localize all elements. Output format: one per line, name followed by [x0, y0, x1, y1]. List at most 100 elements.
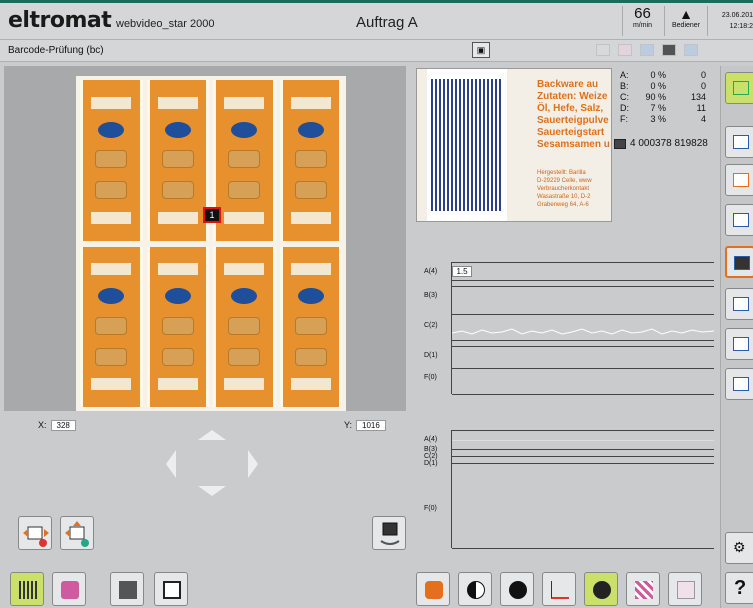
stat-row: D: 7 % 11 — [620, 103, 706, 113]
stat-row: C: 90 % 134 — [620, 92, 706, 102]
camera-barcode-icon — [734, 256, 750, 270]
mode-bar: Barcode-Prüfung (bc) ▣ — [0, 40, 753, 62]
zoom-out-icon — [23, 526, 49, 547]
y-coordinate: Y: 1016 — [344, 420, 386, 431]
help-icon: ? — [734, 577, 747, 599]
zoom-in-button[interactable] — [60, 516, 94, 550]
order-title: Auftrag A — [356, 14, 418, 31]
channel-label: B(3) — [424, 446, 438, 453]
stripes-icon — [635, 581, 653, 599]
settings-layer-button[interactable] — [725, 368, 753, 400]
signal-trace — [452, 328, 714, 335]
camera-icon[interactable]: ▣ — [472, 42, 490, 58]
spot-button[interactable] — [584, 572, 618, 606]
print-layer-button[interactable] — [725, 328, 753, 360]
print-sheet[interactable] — [76, 76, 346, 411]
half-contrast-button[interactable] — [500, 572, 534, 606]
barcode-scan-icon — [19, 581, 37, 599]
settings-layer-icon — [733, 377, 749, 391]
preview-footer: Hergestellt: Barilla D-29229 Celle, www … — [537, 170, 592, 208]
hand-icon — [425, 581, 443, 599]
camera-settings-icon — [380, 522, 400, 545]
barcode-preview: Backware au Zutaten: Weize Öl, Hefe, Sal… — [416, 68, 612, 222]
arrow-right-icon[interactable] — [248, 450, 258, 478]
half-contrast-icon — [509, 581, 527, 599]
color-picker-button[interactable] — [52, 572, 86, 606]
y-label: Y: — [344, 420, 353, 430]
grid-search-icon — [733, 213, 749, 227]
package-panel — [146, 80, 209, 241]
print-layer-icon — [733, 337, 749, 351]
package-panel — [80, 246, 143, 407]
mode-label: Barcode-Prüfung (bc) — [8, 45, 104, 56]
barcode-scan-button[interactable] — [10, 572, 44, 606]
color-layer-icon — [733, 297, 749, 311]
frame-icon — [596, 44, 610, 56]
camera-barcode-button[interactable] — [725, 246, 753, 278]
brand-rule — [0, 0, 753, 3]
grid-search-button[interactable] — [725, 204, 753, 236]
package-panel — [80, 80, 143, 241]
camera-grid-button[interactable] — [110, 572, 144, 606]
channel-label: A(4) — [424, 436, 438, 443]
y-value: 1016 — [356, 420, 386, 431]
product-name: webvideo_star 2000 — [116, 18, 215, 30]
user-label: Bediener — [671, 22, 701, 29]
date: 23.06.201 — [721, 12, 753, 19]
curve-button[interactable] — [542, 572, 576, 606]
time: 12:18:2 — [729, 23, 753, 30]
arrange-icon — [733, 81, 749, 95]
speed-value: 66 — [634, 5, 651, 22]
contrast-button[interactable] — [458, 572, 492, 606]
triangle-icon — [684, 44, 698, 56]
arrow-up-icon[interactable] — [198, 430, 226, 440]
window-stack-button[interactable] — [154, 572, 188, 606]
bottom-toolbar — [0, 564, 720, 608]
speed-unit: m/min — [632, 22, 653, 29]
right-toolbar: ⚙ ? — [720, 66, 753, 608]
camera-settings-button[interactable] — [372, 516, 406, 550]
monitor-button[interactable] — [725, 126, 753, 158]
x-label: X: — [38, 420, 47, 430]
channel-label: D(1) — [424, 460, 438, 467]
disabled-toolbar — [596, 44, 698, 58]
color-layer-button[interactable] — [725, 288, 753, 320]
channel-label: A(4) — [424, 268, 438, 275]
monitor-split-button[interactable] — [725, 164, 753, 196]
hand-button[interactable] — [416, 572, 450, 606]
contrast-icon — [467, 581, 485, 599]
monitor-split-icon — [733, 173, 749, 187]
arrange-button[interactable] — [725, 72, 753, 104]
color-swatch-icon — [618, 44, 632, 56]
zoom-in-icon — [65, 521, 89, 547]
arrow-down-icon[interactable] — [198, 486, 226, 496]
channel-label: F(0) — [424, 505, 437, 512]
curve-icon — [551, 581, 569, 599]
arrow-left-icon[interactable] — [166, 450, 176, 478]
brand-logo: eltromat — [8, 8, 112, 33]
barcode-image — [431, 79, 503, 211]
print-viewer[interactable]: 1 — [4, 66, 406, 411]
tools-button[interactable]: ⚙ — [725, 532, 753, 564]
camera-grid-icon — [119, 581, 137, 599]
zoom-out-button[interactable] — [18, 516, 52, 550]
x-value: 328 — [50, 420, 76, 431]
barcode-readout: 4 000378 819828 — [614, 138, 708, 149]
stat-row: B: 0 % 0 — [620, 81, 706, 91]
adjust-button[interactable] — [668, 572, 702, 606]
user-icon: ▲ — [679, 6, 693, 22]
package-panel — [279, 80, 342, 241]
monitor-icon — [733, 135, 749, 149]
palette-icon — [640, 44, 654, 56]
stripes-button[interactable] — [626, 572, 660, 606]
channel-label: D(1) — [424, 352, 438, 359]
color-picker-icon — [61, 581, 79, 599]
x-coordinate: X: 328 — [38, 420, 76, 431]
datetime: 23.06.201 12:18:2 — [712, 10, 753, 32]
inspection-marker[interactable]: 1 — [203, 207, 221, 223]
user-button[interactable]: ▲ Bediener — [664, 6, 708, 36]
help-button[interactable]: ? — [725, 572, 753, 604]
threshold-value[interactable]: 1.5 — [452, 266, 472, 277]
channel-label: C(2) — [424, 453, 438, 460]
channel-label: C(2) — [424, 322, 438, 329]
